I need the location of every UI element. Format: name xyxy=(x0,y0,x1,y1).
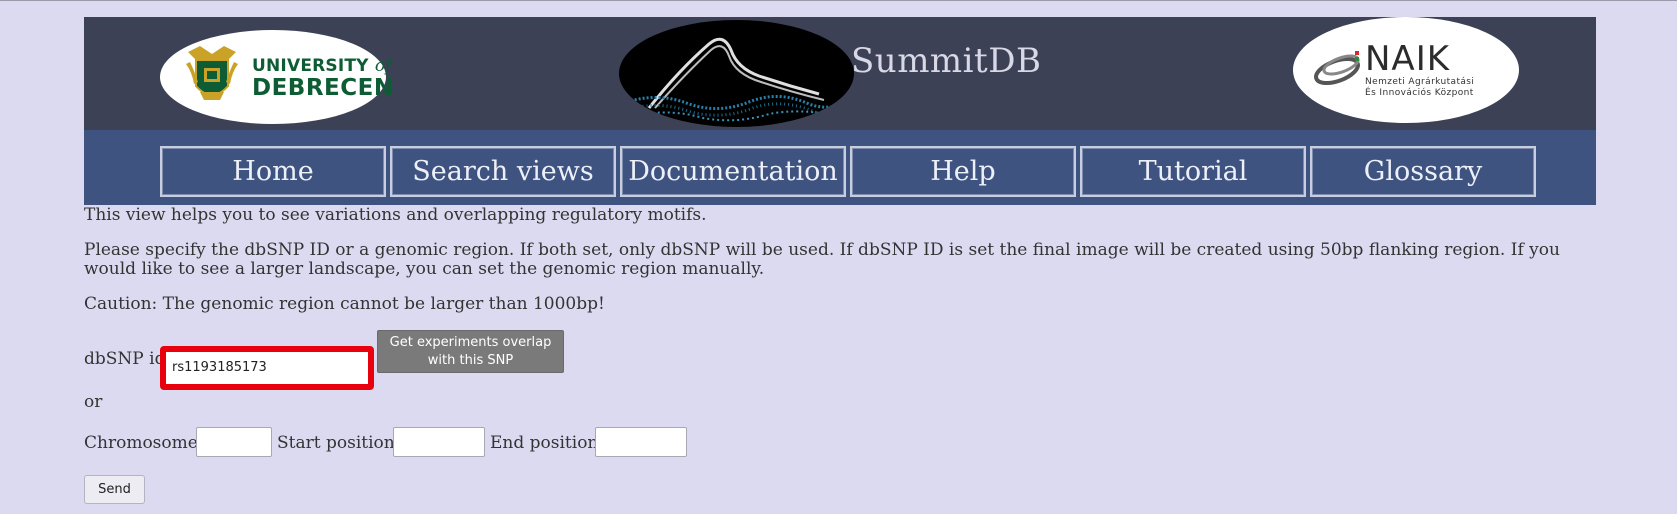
end-position-label: End position: xyxy=(490,433,605,453)
nav-search-views[interactable]: Search views xyxy=(390,146,616,197)
intro-text: This view helps you to see variations an… xyxy=(84,205,707,225)
summitdb-logo[interactable]: SummitDB xyxy=(615,17,1047,130)
chromosome-label: Chromosome: xyxy=(84,433,204,453)
chromosome-input[interactable] xyxy=(196,427,272,457)
end-position-input[interactable] xyxy=(595,427,687,457)
nav-help[interactable]: Help xyxy=(850,146,1076,197)
start-position-input[interactable] xyxy=(393,427,485,457)
send-button[interactable]: Send xyxy=(84,475,145,504)
dbsnp-input[interactable]: rs1193185173 xyxy=(160,346,374,390)
caution-text: Caution: The genomic region cannot be la… xyxy=(84,294,605,314)
nav-documentation[interactable]: Documentation xyxy=(620,146,846,197)
or-label: or xyxy=(84,392,103,412)
university-logo-of: of xyxy=(374,56,392,76)
naik-subtitle-line2: És Innovációs Központ xyxy=(1365,88,1474,98)
nav-glossary[interactable]: Glossary xyxy=(1310,146,1536,197)
university-logo[interactable]: UNIVERSITY of DEBRECEN xyxy=(160,30,393,124)
start-position-label: Start position: xyxy=(277,433,401,453)
window-top-border xyxy=(0,0,1677,1)
university-logo-line1: UNIVERSITY xyxy=(252,56,369,76)
header-banner: UNIVERSITY of DEBRECEN SummitDB NAIK Nem… xyxy=(84,17,1596,130)
university-crest-icon xyxy=(186,46,238,100)
mountain-logo-icon xyxy=(619,20,854,127)
app-title: SummitDB xyxy=(851,41,1042,81)
nav-tutorial[interactable]: Tutorial xyxy=(1080,146,1306,197)
naik-logo[interactable]: NAIK Nemzeti Agrárkutatási És Innovációs… xyxy=(1293,17,1519,123)
naik-swirl-icon xyxy=(1314,51,1360,86)
nav-home[interactable]: Home xyxy=(160,146,386,197)
dbsnp-label: dbSNP id: xyxy=(84,349,172,369)
region-form: Chromosome: Start position: End position… xyxy=(84,427,784,459)
university-logo-line2: DEBRECEN xyxy=(252,75,394,101)
naik-wordmark: NAIK xyxy=(1365,39,1451,79)
description-text: Please specify the dbSNP ID or a genomic… xyxy=(84,240,1560,279)
naik-subtitle-line1: Nemzeti Agrárkutatási xyxy=(1365,77,1475,87)
get-experiments-button[interactable]: Get experiments overlap with this SNP xyxy=(377,330,564,373)
navigation-bar: Home Search views Documentation Help Tut… xyxy=(84,130,1596,205)
